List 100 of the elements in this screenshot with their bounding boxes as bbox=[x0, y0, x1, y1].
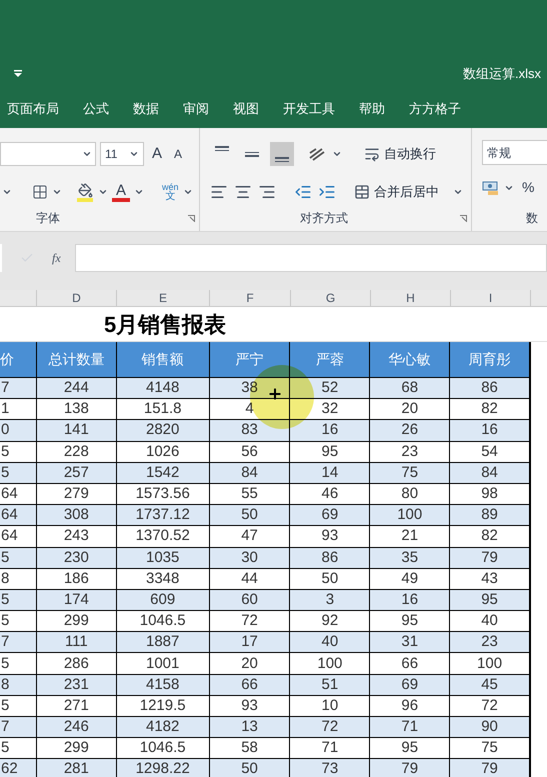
table-cell: 230 bbox=[36, 548, 117, 568]
table-cell: 20 bbox=[370, 399, 450, 420]
merge-cells-icon bbox=[354, 184, 370, 200]
table-cell: 281 bbox=[36, 759, 117, 777]
table-cell: 50 bbox=[210, 505, 290, 526]
table-cell: 1035 bbox=[116, 548, 210, 568]
table-cell: 60 bbox=[210, 590, 290, 610]
quick-access-icon[interactable] bbox=[14, 70, 22, 78]
table-cell: 279 bbox=[36, 484, 117, 504]
formula-input[interactable] bbox=[74, 244, 547, 272]
table-cell: 5 bbox=[0, 442, 37, 462]
table-cell: 68 bbox=[370, 378, 450, 398]
orientation-icon[interactable] bbox=[308, 146, 326, 162]
ribbon-tab[interactable]: 开发工具 bbox=[282, 99, 336, 119]
table-cell: 4148 bbox=[116, 378, 210, 398]
table-cell: 98 bbox=[450, 484, 530, 504]
caret-icon[interactable] bbox=[453, 187, 463, 197]
table-cell: 79 bbox=[450, 759, 530, 777]
align-center-icon[interactable] bbox=[234, 183, 252, 201]
grow-font-button[interactable]: A bbox=[148, 142, 166, 166]
table-cell: 3 bbox=[290, 590, 370, 610]
table-cell: 2820 bbox=[116, 420, 210, 441]
column-header[interactable]: I bbox=[451, 290, 531, 306]
ribbon-tab[interactable]: 审阅 bbox=[182, 99, 210, 119]
table-cell: 66 bbox=[370, 653, 450, 674]
ribbon-tab[interactable]: 页面布局 bbox=[6, 99, 60, 119]
table-cell: 16 bbox=[450, 420, 530, 441]
column-header[interactable]: D bbox=[37, 290, 117, 306]
table-cell: 5 bbox=[0, 548, 37, 568]
number-format-field[interactable]: 常规 bbox=[482, 140, 547, 165]
column-header[interactable]: F bbox=[210, 290, 291, 306]
caret-icon[interactable] bbox=[332, 149, 342, 159]
table-cell: 174 bbox=[36, 590, 117, 610]
table-cell: 40 bbox=[450, 611, 530, 632]
table-cell: 35 bbox=[370, 548, 450, 568]
column-header[interactable]: G bbox=[291, 290, 371, 306]
table-cell: 4158 bbox=[116, 674, 210, 695]
table-cell: 32 bbox=[290, 399, 370, 420]
table-cell: 80 bbox=[370, 484, 450, 504]
table-cell: 64 bbox=[0, 484, 37, 504]
table-cell: 0 bbox=[0, 420, 37, 441]
caret-icon[interactable] bbox=[2, 187, 12, 197]
table-cell: 299 bbox=[36, 611, 117, 632]
table-cell: 243 bbox=[36, 526, 117, 546]
table-cell: 7 bbox=[0, 632, 37, 652]
percent-button[interactable]: % bbox=[522, 177, 534, 198]
table-cell: 26 bbox=[370, 420, 450, 441]
table-cell: 5 bbox=[0, 590, 37, 610]
table-cell: 30 bbox=[210, 548, 290, 568]
font-size-field[interactable]: 11 bbox=[100, 142, 144, 166]
table-cell: 5 bbox=[0, 611, 37, 632]
decrease-indent-icon[interactable] bbox=[294, 183, 312, 201]
dialog-launcher-icon[interactable] bbox=[188, 214, 195, 222]
table-cell: 90 bbox=[450, 717, 530, 738]
font-color-button[interactable]: A bbox=[112, 182, 130, 202]
caret-icon[interactable] bbox=[52, 187, 62, 197]
column-header[interactable]: H bbox=[371, 290, 451, 306]
sheet-title: 5月销售报表 bbox=[104, 310, 226, 338]
shrink-font-button[interactable]: A bbox=[170, 145, 186, 163]
table-cell: 100 bbox=[370, 505, 450, 526]
borders-icon[interactable] bbox=[32, 184, 48, 200]
table-cell: 54 bbox=[450, 442, 530, 462]
table-cell: 20 bbox=[210, 653, 290, 674]
ribbon-tab[interactable]: 方方格子 bbox=[408, 99, 462, 119]
column-header[interactable]: E bbox=[117, 290, 210, 306]
wrap-text-button[interactable]: 自动换行 bbox=[364, 144, 436, 164]
phonetic-button[interactable]: wén 文 bbox=[162, 182, 179, 202]
increase-indent-icon[interactable] bbox=[318, 183, 336, 201]
fill-color-icon[interactable] bbox=[76, 182, 94, 202]
table-cell: 244 bbox=[36, 378, 117, 398]
ribbon-tab[interactable]: 帮助 bbox=[358, 99, 386, 119]
vertical-align-button[interactable] bbox=[270, 142, 294, 166]
table-cell: 4 bbox=[210, 399, 290, 420]
table-cell: 228 bbox=[36, 442, 117, 462]
ribbon-tab[interactable]: 数据 bbox=[132, 99, 160, 119]
ribbon-tab[interactable]: 公式 bbox=[82, 99, 110, 119]
dialog-launcher-icon[interactable] bbox=[460, 214, 467, 222]
merge-center-button[interactable]: 合并后居中 bbox=[354, 182, 439, 202]
font-name-field[interactable] bbox=[0, 142, 96, 166]
align-right-icon[interactable] bbox=[258, 183, 276, 201]
table-cell: 50 bbox=[210, 759, 290, 777]
caret-icon[interactable] bbox=[134, 187, 144, 197]
caret-icon[interactable] bbox=[82, 149, 92, 159]
table-cell: 73 bbox=[290, 759, 370, 777]
insert-function-label[interactable]: fx bbox=[52, 249, 61, 267]
table-cell: 141 bbox=[36, 420, 117, 441]
ribbon-tab[interactable]: 视图 bbox=[232, 99, 260, 119]
table-cell: 100 bbox=[450, 653, 530, 674]
table-cell: 1219.5 bbox=[116, 696, 210, 716]
align-left-icon[interactable] bbox=[210, 183, 228, 201]
table-cell: 3348 bbox=[116, 568, 210, 589]
caret-icon[interactable] bbox=[98, 187, 108, 197]
table-cell: 151.8 bbox=[116, 399, 210, 420]
caret-icon[interactable] bbox=[129, 149, 139, 159]
table-cell: 7 bbox=[0, 717, 37, 738]
table-cell: 31 bbox=[370, 632, 450, 652]
window-title: 数组运算.xlsx bbox=[463, 65, 541, 84]
table-cell: 69 bbox=[290, 505, 370, 526]
caret-icon[interactable] bbox=[182, 187, 193, 197]
currency-format-icon[interactable] bbox=[482, 180, 500, 196]
